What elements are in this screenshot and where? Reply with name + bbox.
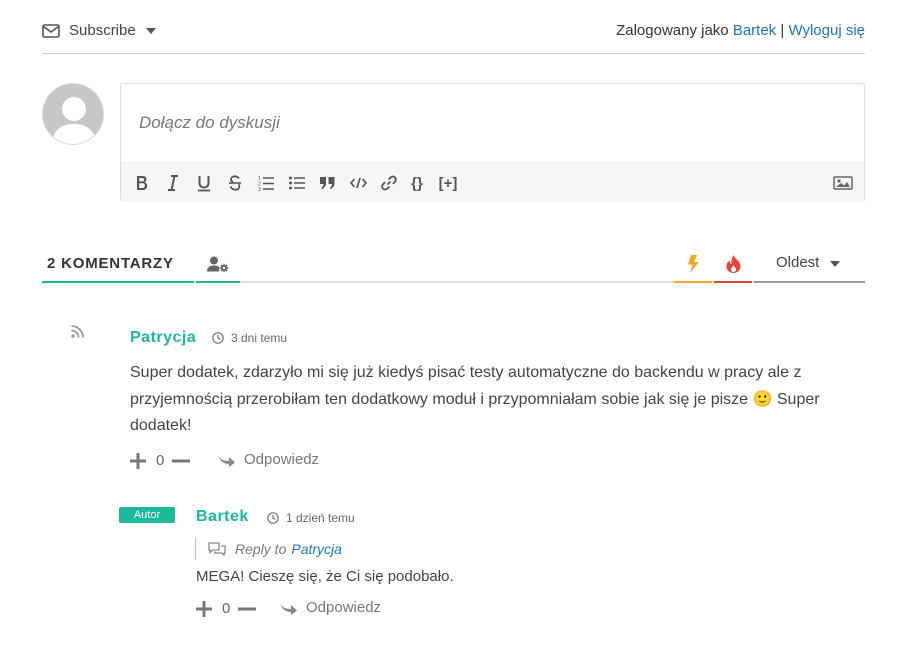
envelope-icon: [42, 23, 60, 38]
source-code-icon[interactable]: {}: [408, 172, 426, 194]
downvote-icon[interactable]: [238, 607, 257, 611]
link-icon[interactable]: [380, 172, 398, 194]
comment-date-text: 3 dni temu: [231, 331, 288, 345]
bold-icon[interactable]: [134, 172, 150, 194]
reply-arrow-icon: [280, 602, 297, 615]
ordered-list-icon[interactable]: 123: [257, 172, 275, 194]
comments-tabs-bar: 2 KOMENTARZY Oldest: [42, 250, 865, 283]
comment-text: Super dodatek, zdarzyło mi się już kiedy…: [130, 364, 820, 434]
current-user-avatar: [42, 83, 104, 145]
comment-date[interactable]: 1 dzień temu: [267, 511, 355, 525]
image-icon[interactable]: [832, 172, 854, 194]
vote-controls: 0: [130, 452, 191, 469]
svg-text:3: 3: [258, 187, 261, 191]
italic-icon[interactable]: [165, 172, 181, 194]
comment-input[interactable]: [121, 84, 864, 162]
reply-button[interactable]: Odpowiedz: [279, 599, 381, 616]
clock-icon: [212, 332, 224, 344]
logout-link[interactable]: Wyloguj się: [788, 22, 865, 39]
user-profile-link[interactable]: Bartek: [733, 22, 776, 39]
subscribe-dropdown[interactable]: Subscribe: [42, 22, 156, 39]
editor-toolbar: 123 {} [+]: [121, 162, 864, 202]
comment-editor: 123 {} [+]: [120, 83, 865, 202]
tab-commenters[interactable]: [196, 250, 240, 283]
subscribe-label: Subscribe: [69, 22, 136, 39]
login-info: Zalogowany jako Bartek | Wyloguj się: [616, 22, 865, 39]
unordered-list-icon[interactable]: [288, 172, 306, 194]
reply-label: Odpowiedz: [306, 599, 382, 616]
comment-date-text: 1 dzień temu: [286, 511, 355, 525]
users-settings-icon: [207, 256, 229, 272]
tab-hottest[interactable]: [674, 250, 712, 283]
strikethrough-icon[interactable]: [227, 172, 243, 194]
default-avatar-icon: [43, 84, 103, 144]
fire-icon: [726, 255, 740, 273]
reply-button[interactable]: Odpowiedz: [217, 451, 319, 468]
comments-icon: [208, 542, 226, 556]
quote-icon[interactable]: [319, 172, 335, 194]
author-badge: Autor: [119, 507, 175, 523]
rss-icon[interactable]: [71, 325, 84, 338]
upvote-icon[interactable]: [196, 600, 212, 617]
tab-comment-count[interactable]: 2 KOMENTARZY: [42, 250, 194, 283]
vote-count: 0: [156, 452, 165, 469]
discussion-header: Subscribe Zalogowany jako Bartek | Wylog…: [42, 18, 865, 54]
reply-to-indicator: Reply to Patrycja: [195, 538, 342, 560]
vote-controls: 0: [196, 600, 257, 617]
comment-author[interactable]: Bartek: [196, 508, 249, 526]
downvote-icon[interactable]: [172, 459, 191, 463]
tab-most-reacted[interactable]: [714, 250, 752, 283]
spoiler-icon[interactable]: [+]: [435, 172, 461, 194]
sort-label: Oldest: [776, 254, 820, 271]
reply-to-prefix: Reply to: [235, 541, 287, 557]
caret-down-icon: [145, 27, 156, 34]
upvote-icon[interactable]: [130, 452, 146, 469]
underline-icon[interactable]: [196, 172, 212, 194]
login-prefix: Zalogowany jako: [616, 22, 729, 39]
vote-count: 0: [222, 600, 231, 617]
clock-icon: [267, 512, 279, 524]
reply-to-author-link[interactable]: Patrycja: [291, 541, 342, 557]
caret-down-icon: [830, 261, 841, 267]
login-separator: |: [780, 22, 785, 39]
comment-date[interactable]: 3 dni temu: [212, 331, 287, 345]
lightning-icon: [688, 255, 699, 273]
code-icon[interactable]: [349, 172, 367, 194]
reply-label: Odpowiedz: [244, 451, 320, 468]
comment-author[interactable]: Patrycja: [130, 329, 196, 347]
comment-text: MEGA! Cieszę się, że Ci się podobało.: [196, 568, 454, 585]
reply-arrow-icon: [218, 454, 235, 467]
sort-dropdown[interactable]: Oldest: [754, 250, 865, 283]
